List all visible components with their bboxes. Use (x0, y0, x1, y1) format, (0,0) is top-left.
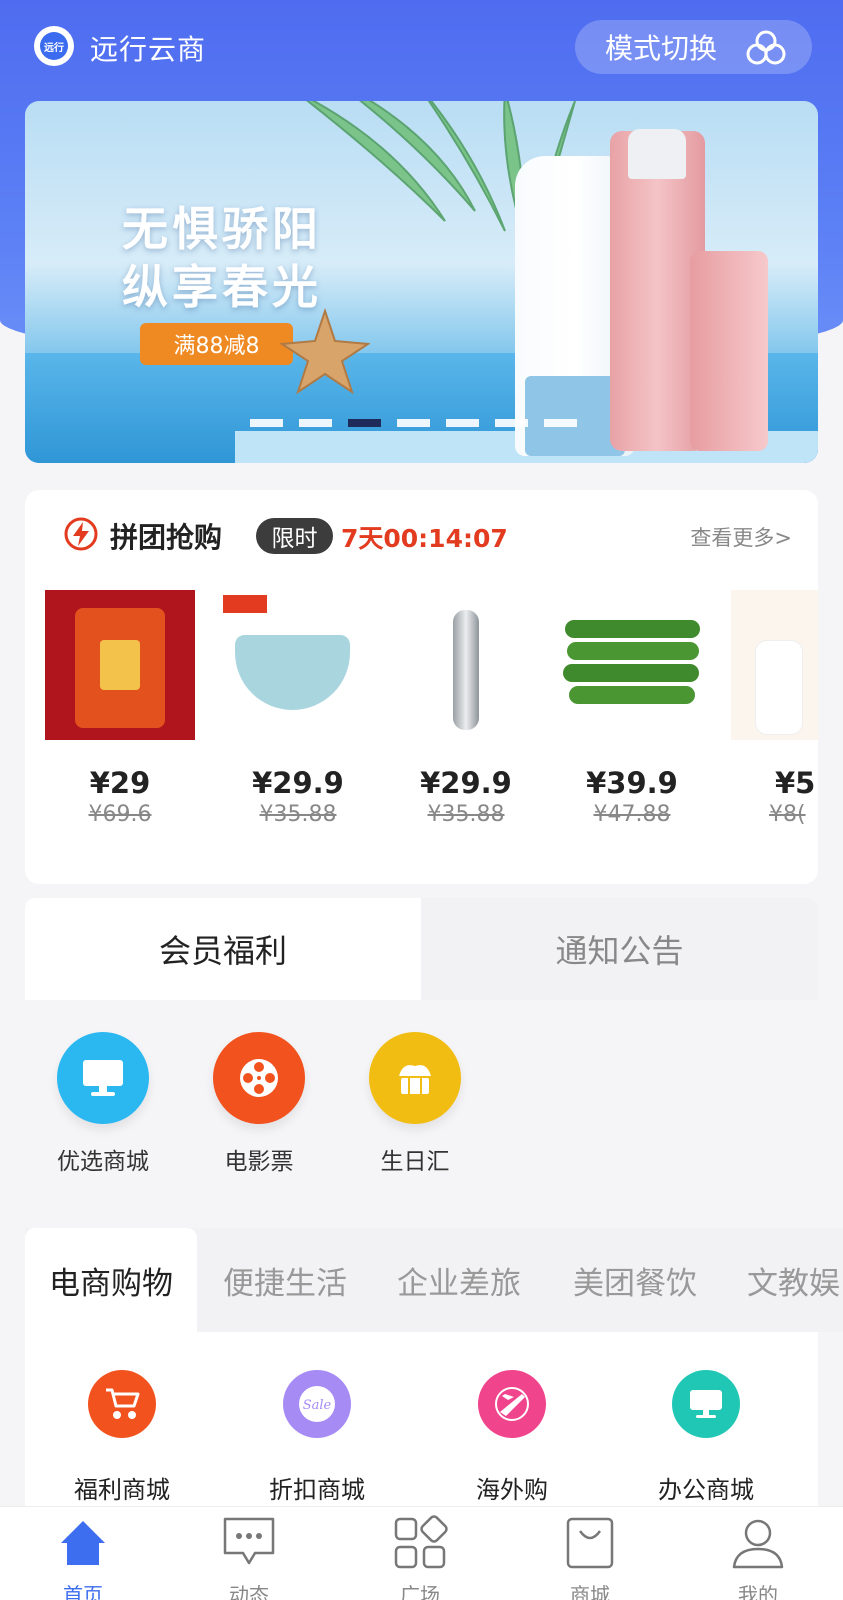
welfare-grid: 优选商城 电影票 生日汇 (0, 1000, 843, 1200)
nav-label: 动态 (229, 1583, 269, 1600)
goods-item[interactable]: ¥29.9 ¥35.88 (223, 590, 373, 827)
goods-image-trimmer (391, 590, 541, 740)
banner-headline-1: 无惧骄阳 (122, 202, 322, 256)
goods-item[interactable]: ¥29 ¥69.6 (45, 590, 195, 827)
mode-switch-label: 模式切换 (605, 32, 718, 65)
welfare-item-birthday[interactable]: 生日汇 (355, 1032, 475, 1176)
user-icon (732, 1519, 784, 1569)
group-buy-section: 拼团抢购 限时 7天00:14:07 查看更多> ¥29 ¥69.6 ¥29.9… (25, 490, 818, 884)
nav-mall[interactable]: 商城 (540, 1513, 640, 1600)
tab-meituan-dining[interactable]: 美团餐饮 (573, 1228, 697, 1332)
pagination-dot[interactable] (544, 419, 577, 427)
shop-grid: 福利商城 Sale 折扣商城 海外购 办公商城 (25, 1332, 818, 1507)
nav-home[interactable]: 首页 (33, 1513, 133, 1600)
app-title: 远行云商 (90, 33, 207, 66)
goods-original-price: ¥35.88 (259, 802, 337, 827)
tab-notices[interactable]: 通知公告 (421, 898, 818, 1000)
nav-square[interactable]: 广场 (370, 1513, 470, 1600)
goods-price: ¥29 (89, 766, 151, 800)
welfare-item-movie-tickets[interactable]: 电影票 (199, 1032, 319, 1176)
promo-banner[interactable]: 无惧骄阳 纵享春光 满88减8 (25, 101, 818, 463)
shop-item-discount-mall[interactable]: Sale 折扣商城 (247, 1370, 387, 1505)
top-bar: 远行 远行云商 模式切换 (0, 0, 843, 96)
goods-image-cucumbers (557, 590, 707, 740)
mode-switch-icon (746, 30, 786, 65)
pagination-dot[interactable] (250, 419, 283, 427)
goods-item[interactable]: ¥5 ¥8( (731, 590, 818, 827)
goods-original-price: ¥35.88 (427, 802, 505, 827)
grid-apps-icon (394, 1515, 448, 1569)
shop-label: 办公商城 (658, 1476, 754, 1504)
group-buy-goods-list: ¥29 ¥69.6 ¥29.9 ¥35.88 ¥29.9 ¥35.88 ¥39.… (45, 590, 818, 840)
goods-price: ¥39.9 (586, 766, 678, 800)
tab-ecommerce[interactable]: 电商购物 (25, 1228, 197, 1332)
mode-switch-button[interactable]: 模式切换 (575, 20, 812, 74)
tab-convenient-life[interactable]: 便捷生活 (223, 1228, 347, 1332)
goods-price: ¥29.9 (252, 766, 344, 800)
shop-label: 折扣商城 (269, 1476, 365, 1504)
goods-item[interactable]: ¥29.9 ¥35.88 (391, 590, 541, 827)
goods-item[interactable]: ¥39.9 ¥47.88 (557, 590, 707, 827)
banner-promo-tag: 满88减8 (140, 323, 293, 365)
nav-activity[interactable]: 动态 (199, 1513, 299, 1600)
goods-image-rice (45, 590, 195, 740)
app-logo: 远行 (34, 26, 74, 66)
shop-item-welfare-mall[interactable]: 福利商城 (52, 1370, 192, 1505)
spray-cap (628, 129, 686, 179)
sale-tag-text: Sale (303, 1398, 332, 1413)
goods-price: ¥5 (775, 766, 816, 800)
pagination-dot[interactable] (299, 419, 332, 427)
goods-image-colander (223, 590, 373, 740)
pagination-dot[interactable] (446, 419, 479, 427)
shop-label: 福利商城 (74, 1476, 170, 1504)
monitor-icon (57, 1032, 149, 1124)
pagination-dot[interactable] (495, 419, 528, 427)
pagination-dot[interactable] (397, 419, 430, 427)
goods-original-price: ¥8( (769, 802, 806, 827)
countdown-timer: 7天00:14:07 (341, 524, 508, 553)
limited-time-badge: 限时 (256, 518, 333, 554)
goods-price: ¥29.9 (420, 766, 512, 800)
chat-bubble-icon (223, 1517, 275, 1565)
stroller-icon (88, 1370, 156, 1438)
nav-label: 首页 (63, 1583, 103, 1600)
film-reel-icon (213, 1032, 305, 1124)
shopping-bag-icon (566, 1517, 614, 1569)
banner-pagination (250, 419, 577, 427)
category-tabs: 电商购物 便捷生活 企业差旅 美团餐饮 文教娱 (25, 1228, 843, 1332)
goods-original-price: ¥47.88 (593, 802, 671, 827)
tab-business-travel[interactable]: 企业差旅 (397, 1228, 521, 1332)
group-buy-title: 拼团抢购 (110, 521, 223, 554)
bottom-navigation: 首页 动态 广场 商城 我的 (0, 1506, 843, 1600)
goods-image-lotion (731, 590, 818, 740)
welfare-label: 优选商城 (57, 1149, 149, 1175)
cake-icon (369, 1032, 461, 1124)
tab-culture-education[interactable]: 文教娱 (747, 1228, 840, 1332)
home-icon (61, 1521, 105, 1565)
shop-item-overseas[interactable]: 海外购 (442, 1370, 582, 1505)
view-more-link[interactable]: 查看更多> (690, 522, 792, 552)
sale-tag-icon: Sale (283, 1370, 351, 1438)
welfare-label: 生日汇 (380, 1149, 450, 1175)
nav-label: 我的 (738, 1583, 778, 1600)
welfare-label: 电影票 (224, 1149, 294, 1175)
welfare-item-preferred-mall[interactable]: 优选商城 (43, 1032, 163, 1176)
logo-mark: 远行 (40, 32, 68, 60)
sun-cream-image (690, 251, 768, 451)
tab-member-benefits[interactable]: 会员福利 (25, 898, 421, 1000)
shop-label: 海外购 (476, 1476, 548, 1504)
plane-icon (478, 1370, 546, 1438)
nav-label: 广场 (400, 1583, 440, 1600)
monitor-icon (672, 1370, 740, 1438)
shop-item-office-mall[interactable]: 办公商城 (636, 1370, 776, 1505)
pagination-dot-active[interactable] (348, 419, 381, 427)
member-tabs: 会员福利 通知公告 (25, 898, 818, 1000)
starfish-image (280, 307, 370, 395)
nav-mine[interactable]: 我的 (708, 1513, 808, 1600)
lightning-icon (64, 517, 98, 551)
goods-original-price: ¥69.6 (88, 802, 152, 827)
nav-label: 商城 (570, 1583, 610, 1600)
